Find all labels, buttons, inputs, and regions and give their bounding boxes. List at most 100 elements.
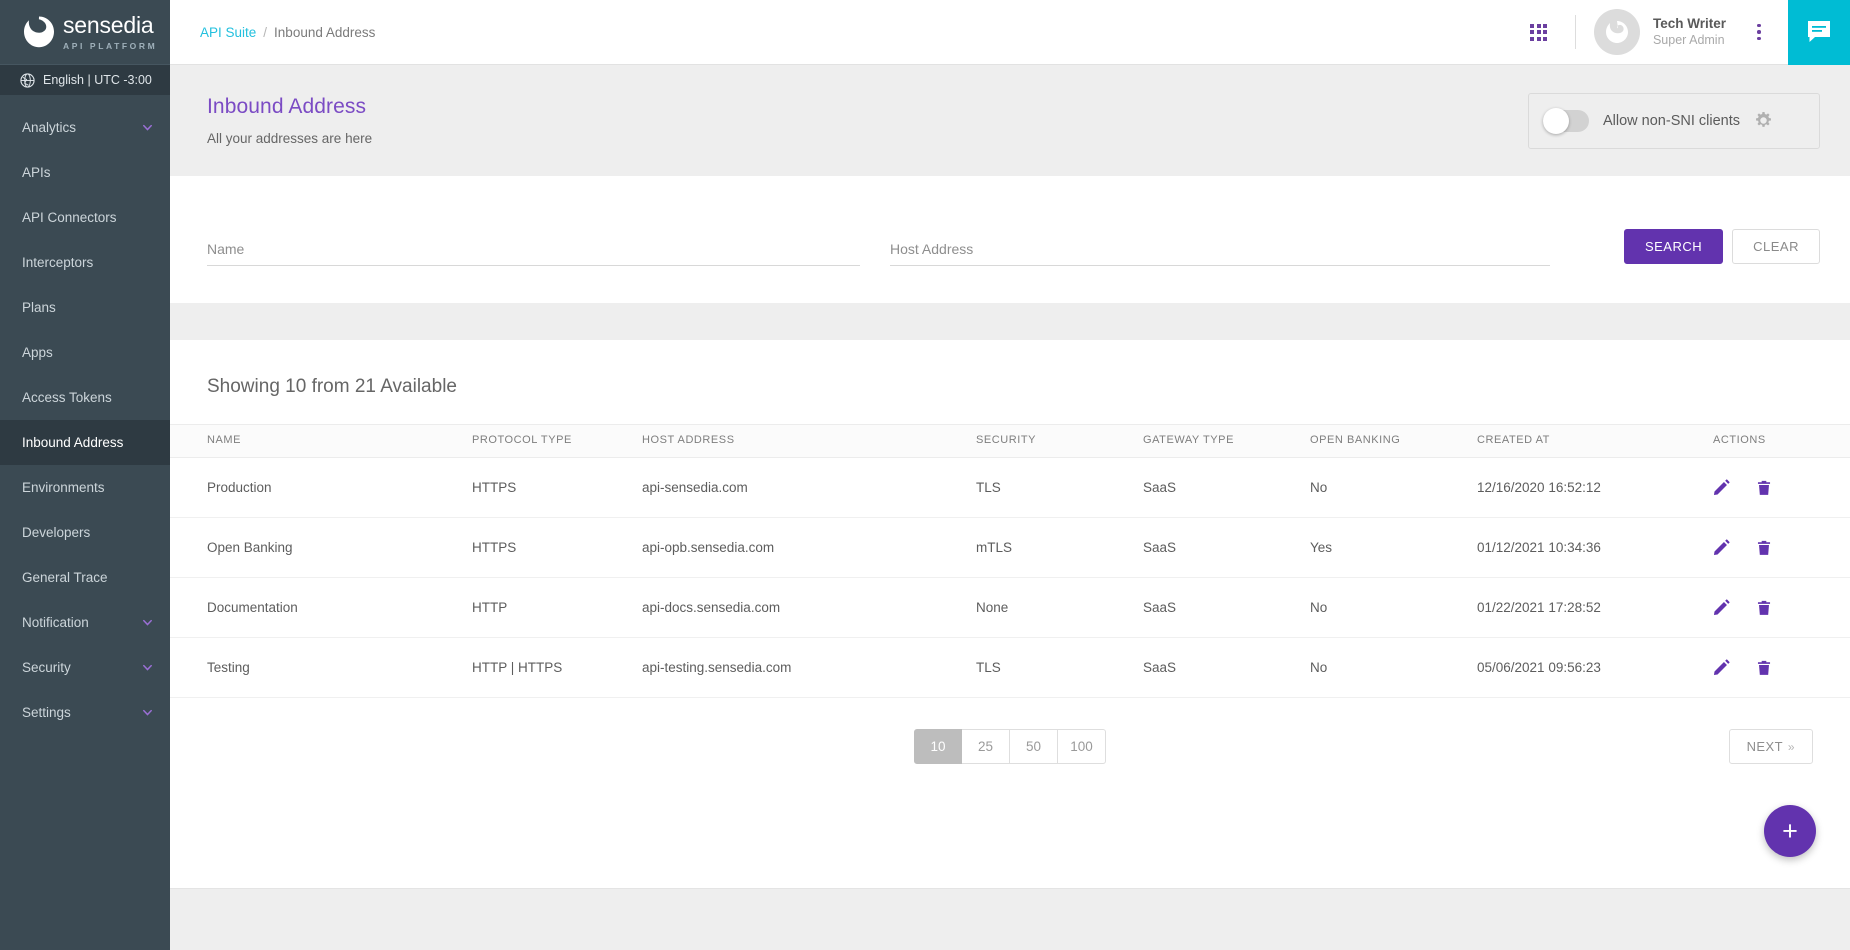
search-input-name[interactable] [207, 237, 860, 266]
page-title: Inbound Address [207, 95, 1528, 119]
pencil-icon[interactable] [1713, 599, 1730, 616]
search-button[interactable]: SEARCH [1624, 229, 1723, 264]
clear-button[interactable]: CLEAR [1732, 229, 1820, 264]
cell-created-at: 12/16/2020 16:52:12 [1477, 458, 1713, 518]
table-row[interactable]: Production HTTPS api-sensedia.com TLS Sa… [170, 458, 1850, 518]
brand-subtitle: API PLATFORM [63, 41, 157, 51]
gear-icon[interactable] [1754, 111, 1773, 130]
inbound-address-table: NAME PROTOCOL TYPE HOST ADDRESS SECURITY… [170, 424, 1850, 698]
cell-open-banking: No [1310, 638, 1477, 698]
cell-actions [1713, 638, 1850, 698]
breadcrumb: API Suite / Inbound Address [170, 25, 1517, 40]
main-area: API Suite / Inbound Address [170, 0, 1850, 950]
results-count: Showing 10 from 21 Available [170, 340, 1850, 424]
sidebar-item-interceptors[interactable]: Interceptors [0, 240, 170, 285]
chevron-down-icon [141, 616, 154, 629]
sidebar-item-plans[interactable]: Plans [0, 285, 170, 330]
search-input-host-address[interactable] [890, 237, 1550, 266]
sidebar-item-label: API Connectors [22, 210, 154, 225]
search-panel: SEARCH CLEAR [170, 176, 1850, 303]
add-inbound-address-button[interactable]: + [1764, 805, 1816, 857]
allow-non-sni-toggle[interactable] [1543, 110, 1589, 132]
brand-header[interactable]: sensedia API PLATFORM [0, 0, 170, 65]
page-size-10[interactable]: 10 [914, 729, 962, 764]
sidebar-item-analytics[interactable]: Analytics [0, 105, 170, 150]
app-root: sensedia API PLATFORM English | UTC -3:0… [0, 0, 1850, 950]
cell-security: mTLS [976, 518, 1143, 578]
page-subtitle: All your addresses are here [207, 131, 1528, 146]
cell-name: Documentation [170, 578, 472, 638]
table-body: Production HTTPS api-sensedia.com TLS Sa… [170, 458, 1850, 698]
sidebar-item-general-trace[interactable]: General Trace [0, 555, 170, 600]
cell-created-at: 05/06/2021 09:56:23 [1477, 638, 1713, 698]
trash-icon[interactable] [1756, 480, 1772, 496]
chevron-down-icon [141, 661, 154, 674]
sidebar-item-access-tokens[interactable]: Access Tokens [0, 375, 170, 420]
sidebar-item-notification[interactable]: Notification [0, 600, 170, 645]
sidebar-item-label: Access Tokens [22, 390, 154, 405]
cell-host-address: api-docs.sensedia.com [642, 578, 976, 638]
cell-open-banking: No [1310, 578, 1477, 638]
cell-gateway-type: SaaS [1143, 578, 1310, 638]
allow-non-sni-label: Allow non-SNI clients [1603, 113, 1740, 129]
cell-gateway-type: SaaS [1143, 638, 1310, 698]
plus-icon: + [1782, 818, 1798, 845]
search-host-field [890, 237, 1550, 266]
trash-icon[interactable] [1756, 600, 1772, 616]
chevron-down-icon [141, 706, 154, 719]
pencil-icon[interactable] [1713, 659, 1730, 676]
user-name: Tech Writer [1653, 16, 1726, 33]
sidebar-item-label: Environments [22, 480, 154, 495]
sidebar-item-inbound-address[interactable]: Inbound Address [0, 420, 170, 465]
cell-open-banking: No [1310, 458, 1477, 518]
sidebar-item-apps[interactable]: Apps [0, 330, 170, 375]
cell-protocol-type: HTTP | HTTPS [472, 638, 642, 698]
sidebar-nav: Analytics APIs API Connectors Intercepto… [0, 95, 170, 735]
search-buttons: SEARCH CLEAR [1624, 229, 1820, 266]
cell-gateway-type: SaaS [1143, 458, 1310, 518]
chevron-down-icon [141, 121, 154, 134]
trash-icon[interactable] [1756, 660, 1772, 676]
pencil-icon[interactable] [1713, 539, 1730, 556]
trash-icon[interactable] [1756, 540, 1772, 556]
sidebar-item-environments[interactable]: Environments [0, 465, 170, 510]
column-header-security: SECURITY [976, 425, 1143, 458]
sidebar-item-security[interactable]: Security [0, 645, 170, 690]
next-page-label: NEXT [1747, 739, 1783, 754]
more-vertical-icon[interactable] [1742, 10, 1776, 54]
breadcrumb-separator: / [263, 25, 267, 40]
user-info: Tech Writer Super Admin [1653, 16, 1726, 49]
chat-bubble-icon[interactable] [1788, 0, 1850, 65]
next-page-button[interactable]: NEXT » [1729, 729, 1813, 764]
cell-protocol-type: HTTPS [472, 458, 642, 518]
avatar[interactable] [1594, 9, 1640, 55]
cell-host-address: api-testing.sensedia.com [642, 638, 976, 698]
sidebar-item-apis[interactable]: APIs [0, 150, 170, 195]
table-row[interactable]: Testing HTTP | HTTPS api-testing.sensedi… [170, 638, 1850, 698]
sidebar-item-api-connectors[interactable]: API Connectors [0, 195, 170, 240]
apps-grid-icon[interactable] [1517, 10, 1561, 54]
cell-host-address: api-opb.sensedia.com [642, 518, 976, 578]
sidebar-item-label: Inbound Address [22, 435, 154, 450]
cell-security: None [976, 578, 1143, 638]
sidebar-item-label: General Trace [22, 570, 154, 585]
locale-selector[interactable]: English | UTC -3:00 [0, 65, 170, 95]
page-size-50[interactable]: 50 [1010, 729, 1058, 764]
cell-created-at: 01/22/2021 17:28:52 [1477, 578, 1713, 638]
pencil-icon[interactable] [1713, 479, 1730, 496]
page-size-100[interactable]: 100 [1058, 729, 1106, 764]
sidebar-item-settings[interactable]: Settings [0, 690, 170, 735]
sidebar-item-label: Plans [22, 300, 154, 315]
table-row[interactable]: Open Banking HTTPS api-opb.sensedia.com … [170, 518, 1850, 578]
sidebar-item-label: Settings [22, 705, 141, 720]
page-size-25[interactable]: 25 [962, 729, 1010, 764]
chevron-double-right-icon: » [1788, 740, 1795, 754]
pagination: 10 25 50 100 NEXT » [170, 698, 1850, 764]
sidebar-item-developers[interactable]: Developers [0, 510, 170, 555]
section-gap [170, 303, 1850, 340]
page-header: Inbound Address All your addresses are h… [170, 65, 1850, 176]
breadcrumb-link-api-suite[interactable]: API Suite [200, 25, 256, 40]
column-header-created-at: CREATED AT [1477, 425, 1713, 458]
table-row[interactable]: Documentation HTTP api-docs.sensedia.com… [170, 578, 1850, 638]
cell-actions [1713, 518, 1850, 578]
